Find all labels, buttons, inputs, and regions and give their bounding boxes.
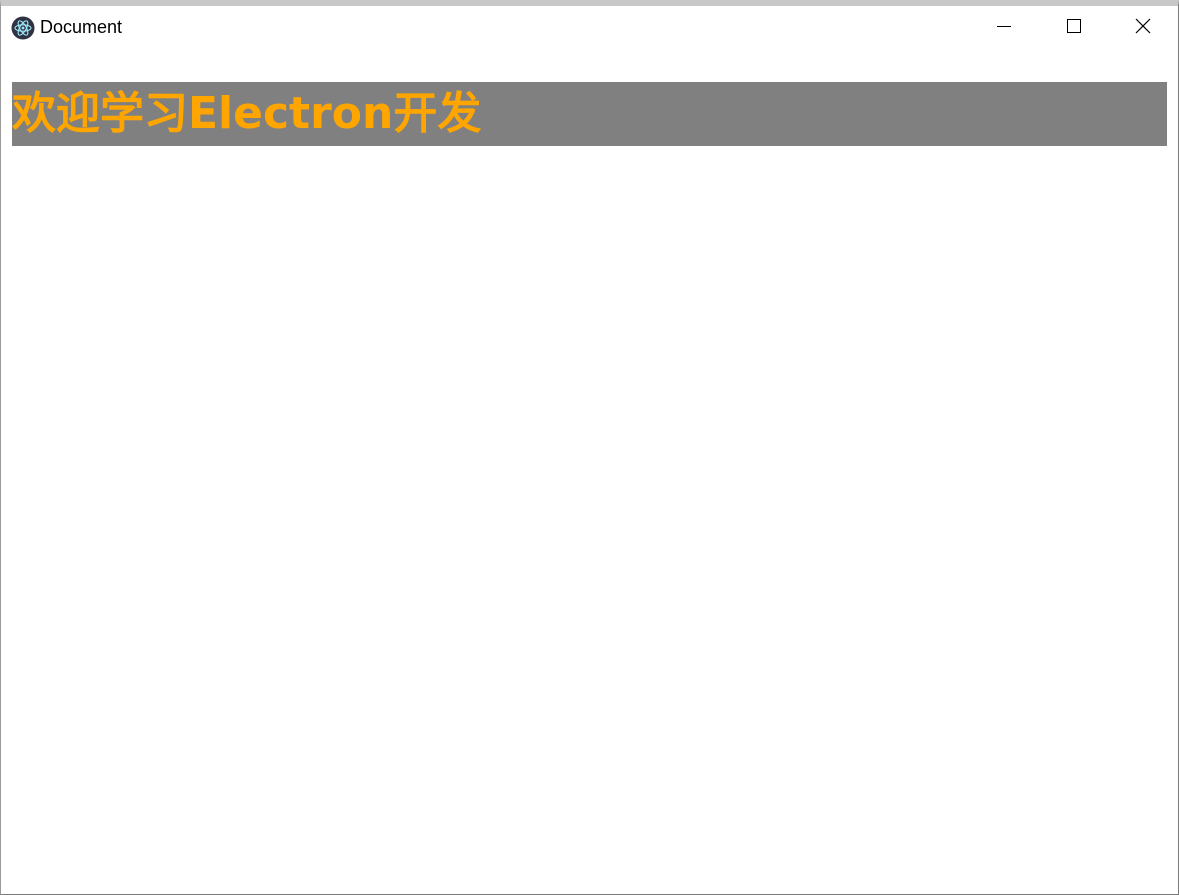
window-title: Document — [40, 17, 123, 37]
page-content: 欢迎学习Electron开发 — [1, 50, 1178, 894]
electron-logo-icon — [11, 16, 35, 40]
title-bar[interactable]: Document — [1, 6, 1178, 50]
close-icon — [1135, 18, 1151, 38]
maximize-icon — [1066, 18, 1082, 38]
minimize-icon — [996, 18, 1012, 38]
minimize-button[interactable] — [969, 6, 1039, 50]
app-window: Document 欢迎学习Electron开发 — [0, 0, 1179, 895]
maximize-button[interactable] — [1039, 6, 1109, 50]
page-heading: 欢迎学习Electron开发 — [12, 82, 1167, 146]
close-button[interactable] — [1108, 6, 1178, 50]
